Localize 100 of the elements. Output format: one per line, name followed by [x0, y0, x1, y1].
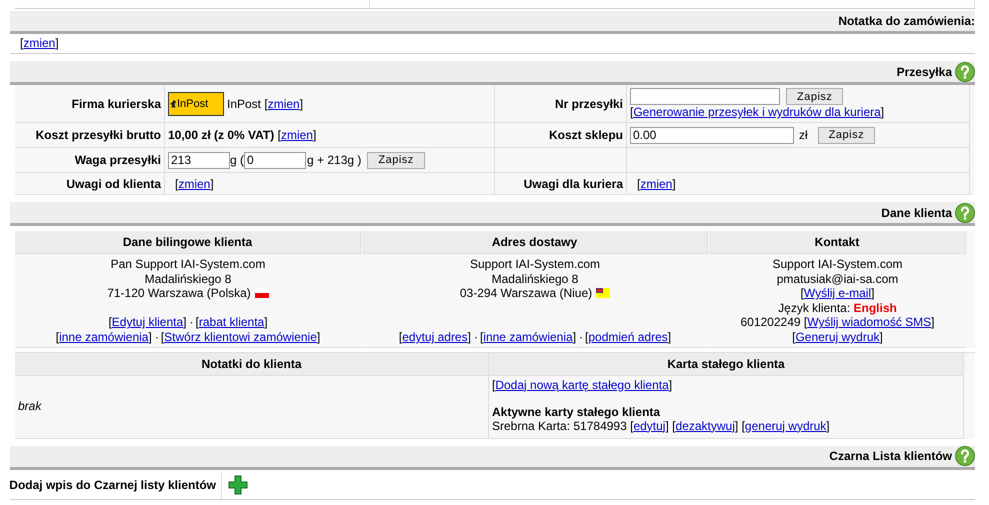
language-label: Język klienta:: [778, 300, 850, 316]
field-label: Uwagi dla kuriera: [495, 173, 627, 195]
bracket: [: [56, 330, 60, 344]
courier-logo: InPost: [168, 92, 224, 116]
client-link[interactable]: inne zamówienia: [59, 330, 148, 344]
address-line: 03-294 Warszawa (Niue): [460, 286, 592, 301]
extra-weight-field[interactable]: 0: [244, 152, 306, 168]
shipping-cost: 10,00 zł (z 0% VAT): [168, 128, 274, 142]
change-link[interactable]: zmien: [280, 128, 313, 142]
bracket: ]: [826, 418, 830, 433]
bracket: ]: [672, 176, 676, 190]
help-icon[interactable]: [955, 202, 975, 222]
bracket: [: [585, 330, 588, 344]
field-label: Koszt sklepu: [495, 123, 627, 148]
tracking-number-field[interactable]: [630, 88, 780, 105]
change-link[interactable]: zmien: [178, 176, 210, 190]
bracket: ]: [880, 105, 884, 119]
bracket: ]: [210, 176, 214, 190]
add-icon[interactable]: [228, 475, 248, 496]
card-number: Srebrna Karta: 51784993: [492, 418, 627, 433]
notes-text: brak: [18, 398, 42, 413]
bracket: [: [196, 315, 199, 330]
bracket: ]: [871, 286, 874, 300]
add-card-link[interactable]: Dodaj nową kartę stałego klienta: [495, 378, 669, 392]
save-button[interactable]: Zapisz: [786, 88, 844, 105]
send-email-link[interactable]: Wyślij e-mail: [804, 286, 872, 300]
change-link[interactable]: zmien: [23, 36, 56, 50]
help-icon[interactable]: [955, 446, 975, 466]
column-header: Dane bilingowe klienta: [15, 231, 361, 254]
bracket: [: [800, 286, 804, 300]
bracket: [: [160, 330, 164, 344]
client-link[interactable]: rabat klienta: [198, 315, 264, 330]
print-link[interactable]: Generuj wydruk: [795, 330, 880, 344]
client-link[interactable]: edytuj adres: [402, 330, 468, 344]
client-link[interactable]: inne zamówienia: [483, 330, 573, 344]
bracket: ]: [300, 96, 304, 110]
shop-cost-field[interactable]: 0.00: [630, 126, 794, 144]
bracket: [: [672, 418, 676, 433]
bracket: [: [492, 378, 496, 392]
bracket: ]: [316, 330, 320, 344]
bracket: ]: [264, 315, 268, 330]
separator: ·: [579, 330, 584, 345]
unit-label: zł: [799, 128, 808, 142]
column-header: Kontakt: [709, 231, 966, 254]
bracket: ]: [55, 36, 59, 50]
save-button[interactable]: Zapisz: [818, 126, 876, 144]
client-link[interactable]: Edytuj klienta: [112, 315, 184, 330]
client-link[interactable]: podmień adres: [588, 330, 668, 344]
bracket: [: [480, 330, 484, 344]
bracket: ]: [734, 418, 738, 433]
bracket: ]: [572, 330, 576, 344]
card-link[interactable]: generuj wydruk: [744, 418, 826, 433]
send-sms-link[interactable]: Wyślij wiadomość SMS: [807, 315, 932, 330]
section-title: Notatka do zamówienia:: [838, 14, 975, 28]
courier-name: InPost: [227, 96, 262, 110]
address-line: Madalińskiego 8: [492, 272, 578, 286]
card-link[interactable]: dezaktywuj: [676, 418, 735, 433]
change-link[interactable]: zmien: [268, 96, 300, 110]
bracket: ]: [183, 315, 186, 330]
bracket: ]: [665, 418, 669, 433]
active-cards-title: Aktywne karty stałego klienta: [492, 404, 660, 419]
bracket: [: [630, 418, 634, 433]
language-value: English: [854, 300, 897, 316]
bracket: ]: [668, 330, 672, 344]
field-label: Nr przesyłki: [495, 85, 627, 123]
bracket: [: [792, 330, 796, 344]
field-label: Firma kurierska: [15, 85, 165, 123]
field-label: Waga przesyłki: [15, 148, 165, 173]
bracket: [: [398, 330, 402, 344]
bracket: [: [264, 96, 268, 110]
card-link[interactable]: edytuj: [633, 418, 666, 433]
bracket: ]: [880, 330, 883, 344]
unit-label: g + 213g ): [307, 153, 362, 167]
separator: ·: [474, 330, 478, 345]
field-label: Dodaj wpis do Czarnej listy klientów: [9, 478, 216, 492]
bracket: ]: [668, 378, 672, 392]
help-icon[interactable]: [955, 62, 975, 82]
bracket: [: [20, 36, 24, 50]
client-link[interactable]: Stwórz klientowi zamówienie: [164, 330, 317, 344]
unit-label: g (: [230, 153, 244, 167]
section-title: Czarna Lista klientów: [829, 449, 952, 464]
bracket: [: [108, 315, 112, 330]
separator: ·: [154, 330, 159, 345]
column-header: Notatki do klienta: [15, 352, 489, 376]
bracket: [: [175, 176, 178, 190]
change-link[interactable]: zmien: [640, 176, 672, 190]
address-line: Pan Support IAI-System.com: [110, 257, 266, 272]
field-label: Koszt przesyłki brutto: [15, 123, 165, 148]
section-title: Dane klienta: [881, 206, 952, 220]
bracket: ]: [148, 330, 152, 344]
bracket: [: [630, 105, 634, 119]
bracket: [: [637, 176, 640, 190]
address-line: 71-120 Warszawa (Polska): [107, 286, 251, 301]
flag-icon: [596, 288, 610, 298]
contact-phone: 601202249: [740, 315, 801, 330]
weight-field[interactable]: 213: [168, 152, 230, 168]
field-label: Uwagi od klienta: [15, 173, 165, 195]
address-line: Madalińskiego 8: [144, 272, 232, 286]
generate-shipments-link[interactable]: Generowanie przesyłek i wydruków dla kuriera: [633, 105, 881, 119]
save-button[interactable]: Zapisz: [367, 152, 425, 168]
